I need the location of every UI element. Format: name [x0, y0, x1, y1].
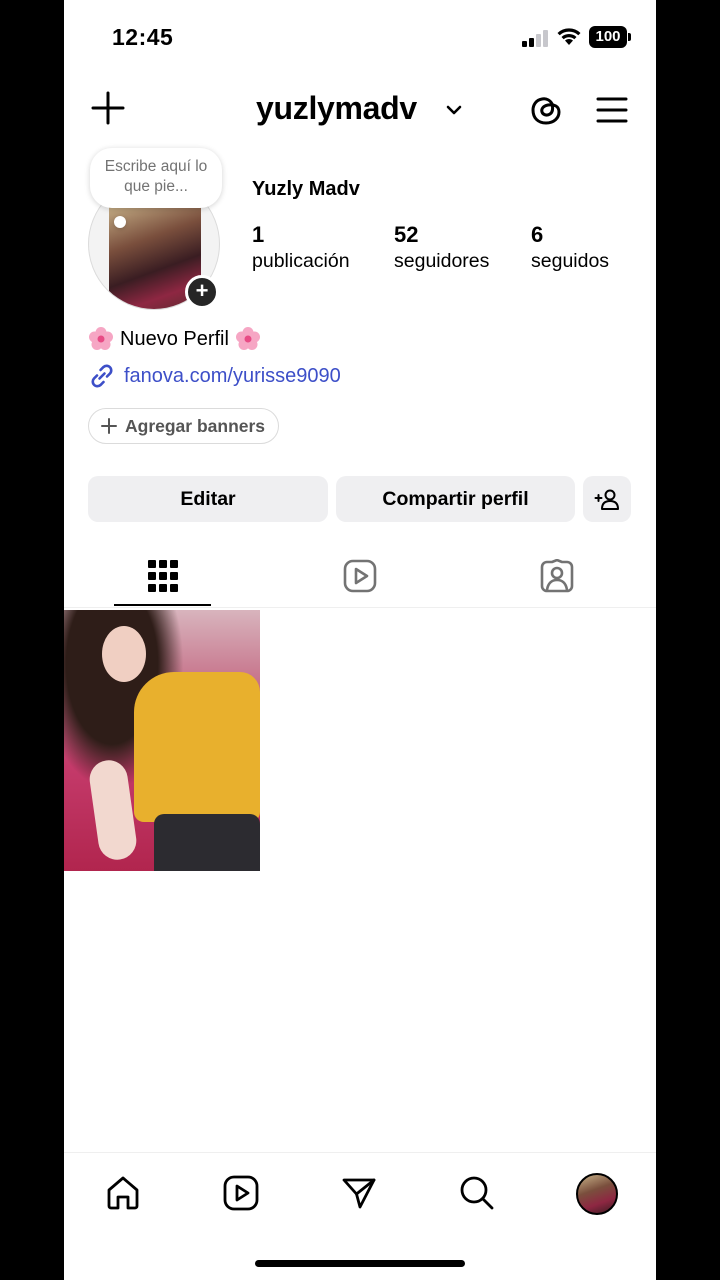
- plus-icon: [91, 91, 125, 125]
- nav-search[interactable]: [457, 1173, 497, 1213]
- menu-button[interactable]: [594, 92, 630, 128]
- status-time: 12:45: [112, 24, 174, 50]
- stat-label: seguidos: [531, 250, 610, 272]
- stat-value: 52: [394, 222, 419, 247]
- stat-followers[interactable]: 52 seguidores: [394, 222, 489, 273]
- reels-icon: [223, 1175, 259, 1211]
- nav-reels[interactable]: [221, 1173, 261, 1213]
- grid-icon: [147, 560, 178, 592]
- bio-text: Nuevo Perfil: [120, 327, 229, 350]
- stat-label: seguidores: [394, 250, 490, 272]
- add-banners-label: Agregar banners: [125, 415, 266, 436]
- tagged-icon: [540, 559, 573, 593]
- add-banners-button[interactable]: Agregar banners: [88, 408, 280, 444]
- flower-icon: [89, 327, 113, 350]
- plus-icon: [101, 418, 117, 434]
- menu-icon: [596, 97, 628, 123]
- post-thumbnail[interactable]: [64, 610, 260, 871]
- tab-tagged[interactable]: [458, 544, 655, 608]
- chevron-down-icon[interactable]: [444, 100, 464, 120]
- post-photo-detail: [154, 814, 260, 871]
- username-switcher[interactable]: yuzlymadv: [256, 90, 417, 127]
- nav-direct[interactable]: [339, 1173, 379, 1213]
- nav-home[interactable]: [103, 1173, 143, 1213]
- edit-profile-button[interactable]: Editar: [88, 476, 328, 522]
- add-story-button[interactable]: +: [185, 275, 219, 309]
- create-button[interactable]: [88, 88, 128, 128]
- reels-icon: [343, 559, 376, 593]
- profile-link[interactable]: fanova.com/yurisse9090: [88, 362, 341, 390]
- discover-people-button[interactable]: [583, 476, 631, 522]
- flower-icon: [235, 327, 260, 350]
- note-bubble[interactable]: Escribe aquí lo que pie...: [90, 148, 222, 208]
- battery-icon: 100: [589, 26, 631, 48]
- direct-icon: [342, 1178, 376, 1209]
- stat-following[interactable]: 6 seguidos: [531, 222, 609, 273]
- phone-screen: 12:45 100 yuzlymadv Escribe aquí lo que …: [64, 0, 656, 1280]
- stat-value: 1: [252, 222, 265, 247]
- home-icon: [107, 1176, 139, 1210]
- profile-bio: Nuevo Perfil: [88, 326, 261, 352]
- post-photo-detail: [134, 672, 260, 822]
- link-icon: [91, 364, 113, 388]
- tab-reels[interactable]: [261, 544, 458, 608]
- note-bubble-tail: [114, 216, 126, 228]
- profile-tabs: [64, 544, 656, 608]
- stat-label: publicación: [252, 250, 350, 272]
- stat-value: 6: [531, 222, 544, 247]
- tab-posts-grid[interactable]: [64, 544, 261, 608]
- add-person-icon: [594, 489, 619, 510]
- share-profile-button[interactable]: Compartir perfil: [336, 476, 575, 522]
- home-indicator[interactable]: [255, 1260, 465, 1267]
- search-icon: [460, 1176, 494, 1210]
- active-tab-indicator: [114, 604, 211, 606]
- threads-icon: [531, 97, 561, 125]
- profile-full-name: Yuzly Madv: [252, 178, 360, 200]
- signal-icon: [522, 30, 550, 47]
- post-photo-detail: [102, 626, 146, 682]
- link-text[interactable]: fanova.com/yurisse9090: [124, 365, 341, 388]
- nav-profile-avatar[interactable]: [576, 1173, 618, 1215]
- wifi-icon: [556, 26, 582, 46]
- threads-button[interactable]: [526, 90, 566, 130]
- stat-posts[interactable]: 1 publicación: [252, 222, 350, 273]
